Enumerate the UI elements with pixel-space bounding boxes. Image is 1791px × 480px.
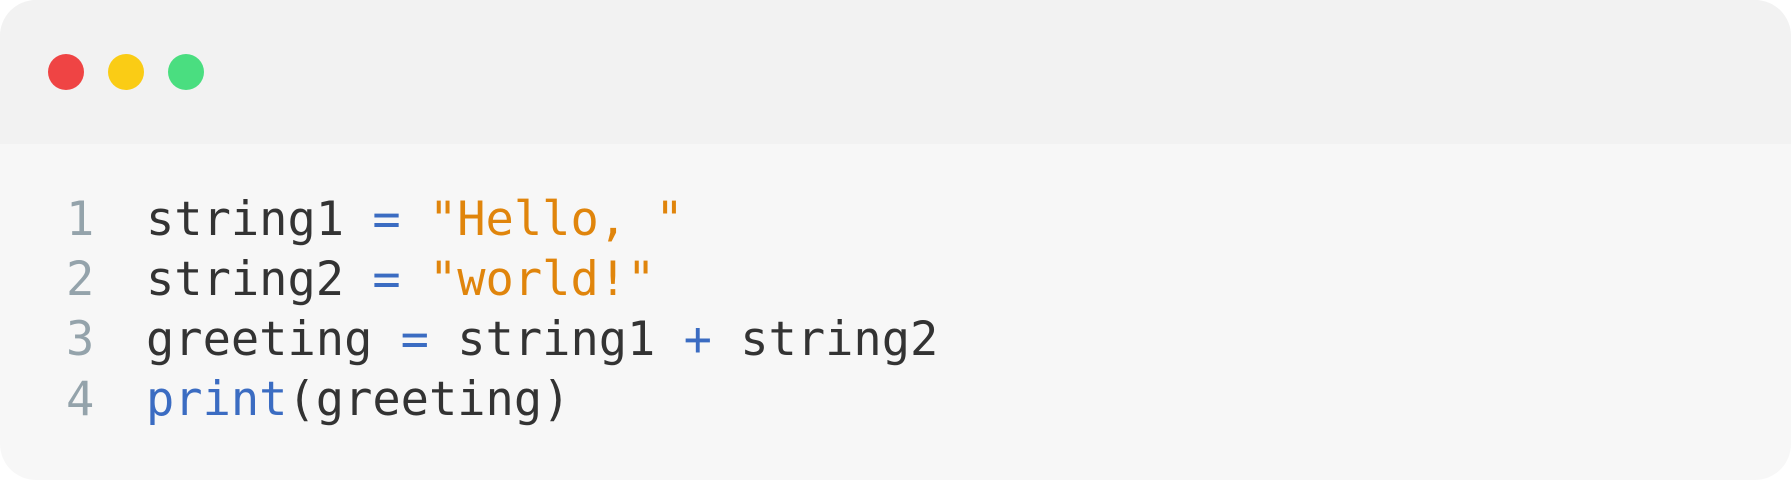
code-line: 2 string2 = "world!"	[0, 250, 1791, 310]
code-line-content: string1 = "Hello, "	[146, 190, 684, 250]
line-number: 2	[66, 252, 95, 307]
operator-token: =	[400, 312, 429, 367]
string-literal-token: "Hello, "	[428, 192, 684, 247]
operator-token: =	[372, 192, 401, 247]
code-window: 1 string1 = "Hello, " 2 string2 = "world!" 3…	[0, 0, 1791, 480]
operator-token: =	[372, 252, 401, 307]
code-editor[interactable]: 1 string1 = "Hello, " 2 string2 = "world!" 3…	[0, 190, 1791, 430]
code-line: 3 greeting = string1 + string2	[0, 310, 1791, 370]
code-line: 4 print(greeting)	[0, 370, 1791, 430]
identifier-token: string2	[146, 252, 345, 307]
identifier-token: string2	[740, 312, 939, 367]
identifier-token: (greeting)	[287, 372, 571, 427]
code-line-content: greeting = string1 + string2	[146, 310, 938, 370]
line-number: 4	[66, 372, 95, 427]
line-number: 3	[66, 312, 95, 367]
code-line-content: print(greeting)	[146, 370, 570, 430]
keyword-token: print	[146, 372, 288, 427]
close-window-button[interactable]	[48, 54, 84, 90]
code-line: 1 string1 = "Hello, "	[0, 190, 1791, 250]
identifier-token: string1	[146, 192, 345, 247]
identifier-token: greeting	[146, 312, 373, 367]
operator-token: +	[683, 312, 712, 367]
line-number: 1	[66, 192, 95, 247]
maximize-window-button[interactable]	[168, 54, 204, 90]
code-line-content: string2 = "world!"	[146, 250, 655, 310]
string-literal-token: "world!"	[428, 252, 656, 307]
identifier-token: string1	[457, 312, 656, 367]
minimize-window-button[interactable]	[108, 54, 144, 90]
window-titlebar	[0, 0, 1791, 144]
